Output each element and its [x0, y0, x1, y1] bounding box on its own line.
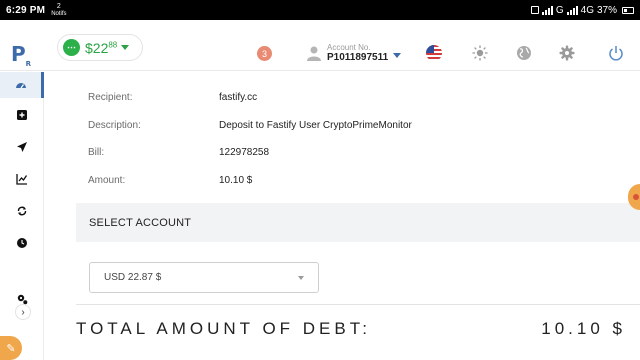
sidebar-item-history[interactable]	[0, 230, 44, 256]
account-number: P1011897511	[327, 52, 389, 63]
sidebar-item-dashboard[interactable]	[0, 72, 44, 98]
account-select-value: USD 22.87 $	[104, 272, 162, 283]
chart-icon	[16, 174, 28, 185]
balance-dropdown[interactable]: ⋯ $2288	[57, 34, 143, 61]
sidebar-item-transfer[interactable]	[0, 134, 44, 160]
chevron-down-icon	[393, 53, 402, 58]
description-label: Description:	[88, 119, 141, 131]
power-icon[interactable]	[608, 45, 624, 61]
network-4g: 4G	[580, 4, 594, 16]
bill-value: 122978258	[219, 146, 270, 158]
dashboard-icon	[15, 83, 26, 89]
gear-icon[interactable]	[559, 45, 575, 61]
select-account-header: SELECT ACCOUNT	[76, 203, 640, 242]
caret-down-icon	[121, 45, 130, 50]
notification-counter: 2 Notifs	[51, 3, 66, 17]
total-debt-value: 10.10 $	[541, 319, 626, 338]
payment-confirmation: Recipient: fastify.cc Description: Depos…	[45, 72, 640, 360]
balance-main: $22	[85, 39, 109, 56]
app-logo[interactable]: PR	[11, 42, 31, 68]
notification-count: 2	[56, 3, 61, 10]
notification-badge[interactable]: 3	[257, 46, 272, 61]
exchange-icon	[17, 206, 27, 216]
bill-row: Bill: 122978258	[88, 144, 608, 160]
description-row: Description: Deposit to Fastify User Cry…	[88, 117, 608, 133]
amount-value: 10.10 $	[219, 174, 253, 186]
bill-label: Bill:	[88, 146, 105, 158]
sidebar-expand-button[interactable]: ›	[15, 304, 31, 320]
sidebar-nav: ›	[0, 72, 44, 360]
clock-icon	[17, 238, 27, 248]
user-icon	[307, 46, 321, 61]
total-debt-label: TOTAL AMOUNT OF DEBT:	[76, 319, 371, 338]
vibrate-icon	[530, 6, 539, 14]
logo-letter: P	[11, 42, 26, 66]
balance-amount: $2288	[85, 40, 117, 56]
recipient-row: Recipient: fastify.cc	[88, 89, 608, 105]
notification-label: Notifs	[51, 11, 67, 17]
signal-icon	[541, 5, 553, 15]
sidebar-item-deposit[interactable]	[0, 102, 44, 128]
plus-square-icon	[17, 110, 27, 120]
select-account-title: SELECT ACCOUNT	[89, 216, 192, 229]
android-status-bar: 6:29 PM 2 Notifs G 4G 37%	[0, 0, 640, 20]
send-icon	[17, 142, 27, 152]
account-selector[interactable]: Account No. P1011897511	[306, 43, 402, 63]
battery-icon	[622, 6, 634, 14]
globe-icon[interactable]	[516, 45, 532, 61]
account-text: Account No. P1011897511	[327, 43, 388, 63]
account-select-dropdown[interactable]: USD 22.87 $	[89, 262, 319, 293]
divider	[76, 304, 640, 305]
sidebar-item-statistics[interactable]	[0, 166, 44, 192]
signal-icon-2	[566, 5, 578, 15]
total-debt-row: TOTAL AMOUNT OF DEBT: 10.10 $	[76, 316, 626, 342]
more-dots-icon: ⋯	[63, 39, 80, 56]
balance-cents: 88	[108, 39, 118, 49]
sun-icon[interactable]	[472, 45, 488, 61]
amount-row: Amount: 10.10 $	[88, 172, 608, 188]
battery-percent: 37%	[596, 4, 617, 16]
us-flag-icon[interactable]	[426, 45, 442, 61]
logo-sub: R	[25, 60, 32, 68]
status-time: 6:29 PM	[6, 4, 46, 16]
sidebar-item-exchange[interactable]	[0, 198, 44, 224]
recipient-value: fastify.cc	[219, 91, 258, 103]
caret-down-icon	[298, 276, 304, 280]
description-value: Deposit to Fastify User CryptoPrimeMonit…	[219, 119, 412, 131]
status-right-group: G 4G 37%	[530, 4, 634, 16]
amount-label: Amount:	[88, 174, 126, 186]
recipient-label: Recipient:	[88, 91, 133, 103]
app-header: PR ⋯ $2288 3 Account No. P1011897511	[0, 20, 640, 71]
network-g: G	[555, 4, 564, 16]
